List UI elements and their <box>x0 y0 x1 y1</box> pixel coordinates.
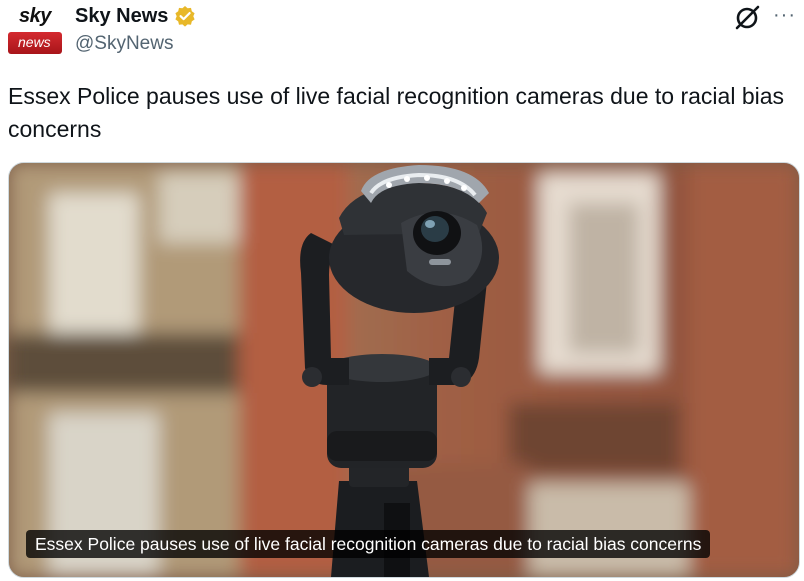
verified-badge-icon <box>174 5 196 27</box>
author-names: Sky News @SkyNews <box>75 4 196 57</box>
avatar-logo-bottom: news <box>8 32 62 54</box>
tweet-text: Essex Police pauses use of live facial r… <box>8 83 785 142</box>
media-caption: Essex Police pauses use of live facial r… <box>26 530 711 558</box>
handle-link[interactable]: @SkyNews <box>75 31 196 57</box>
tweet-header: sky news Sky News @SkyNews ··· <box>0 0 804 62</box>
avatar[interactable]: sky news <box>6 4 64 58</box>
more-options-icon[interactable]: ··· <box>773 5 796 25</box>
camera-photo <box>9 163 799 577</box>
avatar-logo-top: sky <box>6 4 64 30</box>
tweet-media-image[interactable]: Essex Police pauses use of live facial r… <box>8 162 800 578</box>
grok-icon[interactable] <box>733 4 761 32</box>
display-name: Sky News <box>75 5 169 27</box>
display-name-link[interactable]: Sky News <box>75 4 196 28</box>
